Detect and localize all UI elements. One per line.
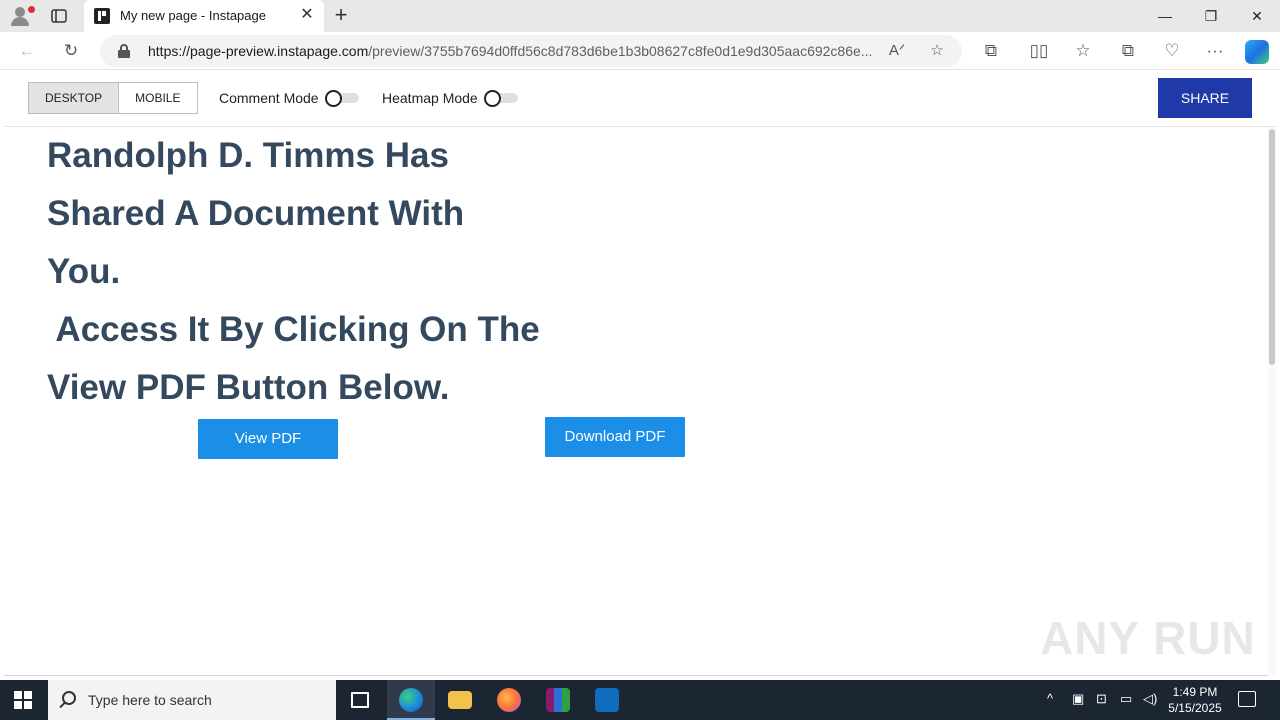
comment-mode-toggle[interactable] xyxy=(325,90,359,107)
firefox-taskbar-icon[interactable] xyxy=(485,680,533,720)
windows-start-icon[interactable] xyxy=(14,691,32,709)
tab-title: My new page - Instapage xyxy=(120,8,266,23)
clock-time: 1:49 PM xyxy=(1172,685,1218,699)
collections-icon[interactable]: ⧉ xyxy=(1117,40,1139,62)
page-scrollbar[interactable] xyxy=(1268,127,1276,676)
window-close-button[interactable]: ✕ xyxy=(1234,0,1280,32)
instapage-favicon-icon xyxy=(94,8,110,24)
heading-line: Randolph D. Timms Has xyxy=(47,136,449,175)
browser-tab-active[interactable]: My new page - Instapage ✕ xyxy=(84,0,324,32)
windows-taskbar: Type here to search ^ ▣ ⊡ ▭ ◁) 1:49 PM 5… xyxy=(0,680,1280,720)
volume-icon[interactable]: ◁) xyxy=(1143,691,1157,707)
task-view-icon[interactable] xyxy=(336,680,384,720)
heading-line: Access It By Clicking On The xyxy=(47,310,540,349)
outlook-taskbar-icon[interactable] xyxy=(583,680,631,720)
share-button[interactable]: SHARE xyxy=(1158,78,1252,118)
mobile-view-button[interactable]: MOBILE xyxy=(119,83,196,113)
extensions-icon[interactable]: ⧉ xyxy=(980,40,1002,62)
read-aloud-icon[interactable]: Aᐟ xyxy=(886,40,908,62)
taskbar-clock[interactable]: 1:49 PM 5/15/2025 xyxy=(1166,684,1224,716)
winrar-taskbar-icon[interactable] xyxy=(534,680,582,720)
page-preview-content: Randolph D. Timms Has Shared A Document … xyxy=(4,127,1276,676)
download-pdf-button[interactable]: Download PDF xyxy=(545,417,685,457)
heading-line: You. xyxy=(47,252,121,291)
copilot-icon[interactable] xyxy=(1245,40,1269,64)
window-restore-button[interactable]: ❐ xyxy=(1188,0,1234,32)
comment-mode-label: Comment Mode xyxy=(219,90,319,106)
search-placeholder: Type here to search xyxy=(88,692,212,708)
heatmap-mode-toggle[interactable] xyxy=(484,90,518,107)
tray-outlook-icon[interactable]: ▣ xyxy=(1072,691,1084,707)
preview-toolbar: DESKTOP MOBILE Comment Mode Heatmap Mode… xyxy=(4,70,1276,127)
back-arrow-icon[interactable]: ← xyxy=(16,40,38,62)
browser-essentials-icon[interactable]: ♡ xyxy=(1161,40,1183,62)
address-bar[interactable]: https://page-preview.instapage.com/previ… xyxy=(100,35,962,67)
browser-navigation-bar: ← ↻ https://page-preview.instapage.com/p… xyxy=(0,32,1280,70)
profile-icon[interactable] xyxy=(8,4,36,28)
tray-chevron-icon[interactable]: ^ xyxy=(1047,691,1053,706)
window-minimize-button[interactable]: — xyxy=(1142,0,1188,32)
browser-title-bar: My new page - Instapage ✕ + — ❐ ✕ xyxy=(0,0,1280,32)
refresh-icon[interactable]: ↻ xyxy=(60,40,82,62)
edge-taskbar-icon[interactable] xyxy=(387,680,435,720)
scrollbar-thumb[interactable] xyxy=(1269,129,1275,365)
page-heading: Randolph D. Timms Has Shared A Document … xyxy=(47,127,540,417)
heading-line: Shared A Document With xyxy=(47,194,465,233)
device-toggle: DESKTOP MOBILE xyxy=(28,82,198,114)
file-explorer-taskbar-icon[interactable] xyxy=(436,680,484,720)
favorites-icon[interactable]: ☆ xyxy=(1072,40,1094,62)
clock-date: 5/15/2025 xyxy=(1168,701,1222,715)
heading-line: View PDF Button Below. xyxy=(47,368,450,407)
desktop-view-button[interactable]: DESKTOP xyxy=(29,83,120,113)
tab-close-icon[interactable]: ✕ xyxy=(298,6,316,24)
more-menu-icon[interactable]: ··· xyxy=(1204,40,1226,62)
network-icon[interactable]: ▭ xyxy=(1120,691,1132,707)
search-icon xyxy=(62,691,76,705)
tab-actions-icon[interactable] xyxy=(50,7,68,25)
notification-icon[interactable] xyxy=(1238,691,1256,707)
view-pdf-button[interactable]: View PDF xyxy=(198,419,338,459)
split-screen-icon[interactable]: ▯▯ xyxy=(1028,40,1050,62)
new-tab-button[interactable]: + xyxy=(330,4,352,27)
anyrun-watermark: ANY RUN xyxy=(1040,612,1256,664)
lock-icon[interactable] xyxy=(118,44,130,58)
taskbar-search-box[interactable]: Type here to search xyxy=(48,680,336,720)
favorite-star-icon[interactable]: ☆ xyxy=(926,40,948,62)
tray-device-icon[interactable]: ⊡ xyxy=(1096,691,1107,707)
heatmap-mode-label: Heatmap Mode xyxy=(382,90,478,106)
url-text[interactable]: https://page-preview.instapage.com/previ… xyxy=(148,43,878,59)
